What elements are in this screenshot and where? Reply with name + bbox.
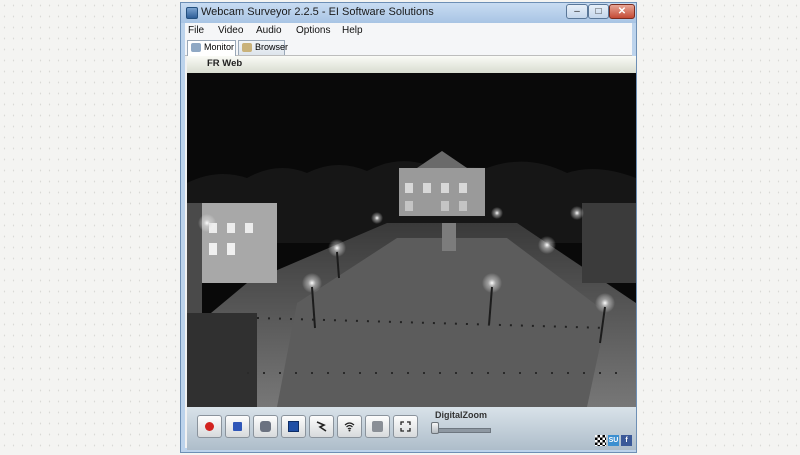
tab-browser[interactable]: Browser: [238, 40, 289, 55]
control-bar: DigitalZoom SU f: [187, 407, 636, 450]
snapshot-icon: [260, 421, 271, 432]
app-window: Webcam Surveyor 2.2.5 - EI Software Solu…: [180, 2, 637, 453]
motion-detect-button[interactable]: [309, 415, 334, 438]
stop-button[interactable]: [225, 415, 250, 438]
camera-name: FR Web: [207, 58, 243, 69]
fullscreen-icon: [400, 421, 411, 432]
menu-audio[interactable]: Audio: [256, 25, 282, 36]
schedule-icon: [372, 421, 383, 432]
stumbleupon-icon[interactable]: SU: [608, 435, 619, 446]
video-source-icon: [288, 421, 299, 432]
facebook-icon[interactable]: f: [621, 435, 632, 446]
menu-video[interactable]: Video: [218, 25, 243, 36]
digital-zoom-slider[interactable]: [431, 422, 439, 434]
motion-detect-icon: [316, 421, 327, 432]
broadcast-icon: [344, 422, 355, 432]
menu-options[interactable]: Options: [296, 25, 330, 36]
checkered-icon[interactable]: [595, 435, 606, 446]
menu-file[interactable]: File: [188, 25, 204, 36]
digital-zoom-label: DigitalZoom: [435, 410, 487, 420]
window-title: Webcam Surveyor 2.2.5 - EI Software Solu…: [201, 6, 434, 18]
monitor-tab-icon: [191, 43, 201, 52]
camera-header: FR Web: [187, 56, 636, 74]
menu-bar: File Video Audio Options Help: [185, 23, 632, 38]
tab-monitor-label: Monitor: [204, 42, 235, 52]
fullscreen-button[interactable]: [393, 415, 418, 438]
title-bar[interactable]: Webcam Surveyor 2.2.5 - EI Software Solu…: [181, 3, 636, 23]
schedule-button[interactable]: [365, 415, 390, 438]
tab-bar: Monitor Browser: [185, 38, 632, 56]
broadcast-button[interactable]: [337, 415, 362, 438]
tab-browser-label: Browser: [255, 42, 289, 52]
stop-icon: [233, 422, 242, 431]
video-source-button[interactable]: [281, 415, 306, 438]
night-square-scene: [187, 73, 636, 407]
snapshot-button[interactable]: [253, 415, 278, 438]
webcam-video-feed[interactable]: [187, 73, 636, 407]
record-button[interactable]: [197, 415, 222, 438]
menu-help[interactable]: Help: [342, 25, 363, 36]
browser-tab-icon: [242, 43, 252, 52]
tab-monitor[interactable]: Monitor: [187, 40, 236, 56]
app-icon: [186, 7, 198, 19]
client-area: File Video Audio Options Help Monitor Br…: [185, 23, 636, 450]
close-button[interactable]: ✕: [609, 4, 635, 19]
minimize-button[interactable]: –: [566, 4, 588, 19]
maximize-button[interactable]: □: [588, 4, 609, 19]
digital-zoom-track[interactable]: [433, 428, 491, 433]
record-icon: [205, 422, 214, 431]
